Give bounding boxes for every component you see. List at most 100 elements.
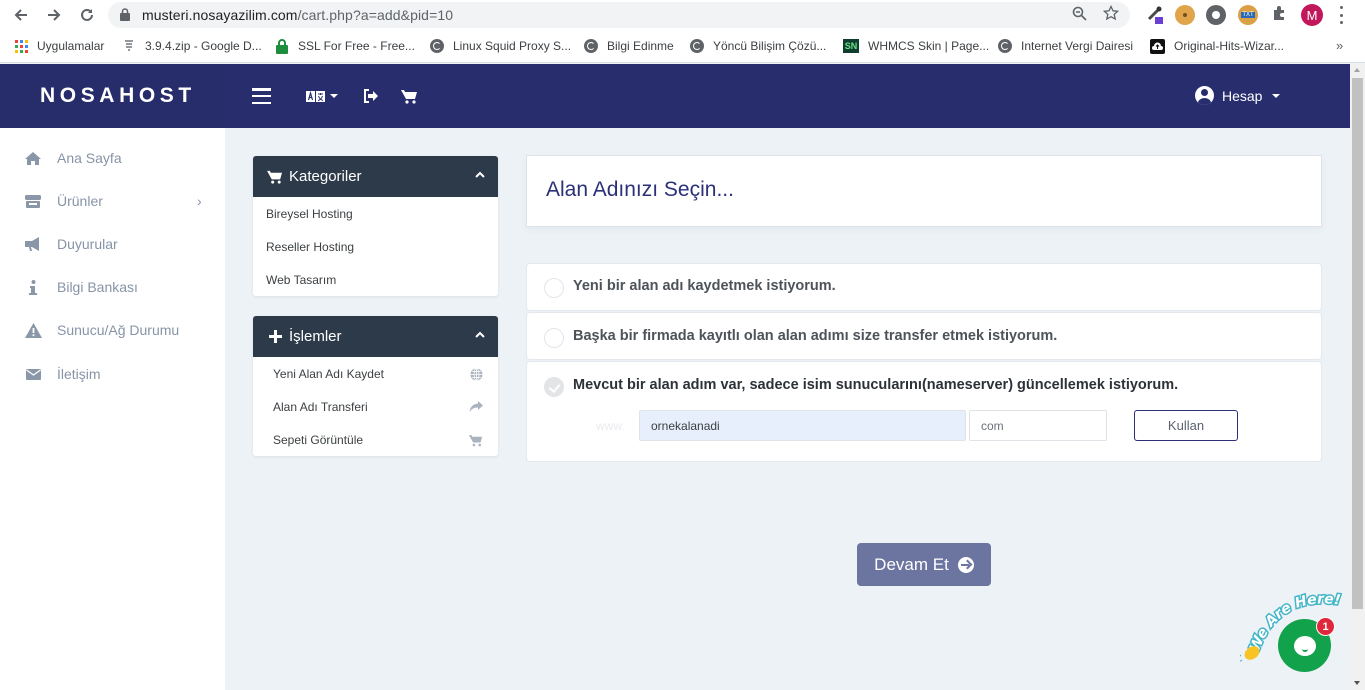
action-register-domain[interactable]: Yeni Alan Adı Kaydet (253, 357, 498, 390)
actions-panel-header[interactable]: İşlemler (253, 316, 498, 357)
profile-avatar[interactable]: M (1301, 4, 1323, 26)
radio-button[interactable] (544, 328, 564, 348)
bookmarks-overflow-button[interactable]: » (1336, 38, 1343, 53)
radio-button-checked[interactable] (544, 377, 564, 397)
brand-area: NOSAHOST (0, 64, 225, 128)
bookmark-label: WHMCS Skin | Page... (868, 39, 990, 53)
category-item[interactable]: Bireysel Hosting (253, 197, 498, 230)
apps-grid-icon (14, 39, 28, 53)
envelope-icon (24, 366, 42, 382)
bookmark-apps[interactable]: Uygulamalar (14, 38, 104, 54)
action-view-cart[interactable]: Sepeti Görüntüle (253, 423, 498, 456)
sidebar: Ana Sayfa Ürünler › Duyurular Bilgi Bank… (0, 128, 225, 690)
cart-icon (266, 169, 284, 185)
category-label: Bireysel Hosting (266, 206, 353, 221)
scroll-down-icon[interactable] (1354, 681, 1360, 685)
sign-out-icon (364, 89, 378, 103)
bookmark-item[interactable]: Original-Hits-Wizar... (1150, 38, 1284, 54)
address-bar[interactable]: musteri.nosayazilim.com/cart.php?a=add&p… (108, 2, 1130, 28)
radio-button[interactable] (544, 278, 564, 298)
caret-down-icon (1272, 93, 1281, 98)
www-prefix: www. (596, 419, 625, 433)
extension-txt[interactable]: TXT (1238, 5, 1258, 25)
puzzle-icon (1274, 6, 1284, 20)
cookie-icon (1183, 13, 1187, 17)
forward-button[interactable] (43, 4, 65, 26)
sidebar-item-label: Duyurular (57, 236, 118, 252)
categories-panel-header[interactable]: Kategoriler (253, 156, 498, 197)
sidebar-item-contact[interactable]: İletişim (0, 359, 225, 389)
sidebar-item-label: Ana Sayfa (57, 150, 122, 166)
bookmark-item[interactable]: SN WHMCS Skin | Page... (843, 38, 989, 54)
arrow-right-icon (48, 9, 61, 21)
extension-ring[interactable] (1206, 5, 1226, 25)
bookmark-item[interactable]: Bilgi Edinme (584, 38, 674, 54)
category-item[interactable]: Reseller Hosting (253, 230, 498, 263)
use-button-label: Kullan (1167, 418, 1205, 433)
bookmark-star-button[interactable] (1102, 4, 1120, 22)
sidebar-item-network-status[interactable]: Sunucu/Ağ Durumu (0, 315, 225, 345)
page-title-card: Alan Adınızı Seçin... (526, 155, 1322, 227)
action-label: Alan Adı Transferi (273, 399, 368, 414)
store-icon (24, 193, 42, 209)
eyedropper-icon (1147, 6, 1163, 24)
brand-logo[interactable]: NOSAHOST (40, 84, 196, 108)
bookmarks-bar: Uygulamalar 3.9.4.zip - Google D... SSL … (0, 30, 1365, 63)
use-domain-button[interactable]: Kullan (1134, 410, 1238, 441)
sidebar-item-label: Ürünler (57, 193, 103, 209)
panel-title: Kategoriler (289, 168, 362, 185)
sidebar-item-announcements[interactable]: Duyurular (0, 229, 225, 259)
cart-button[interactable] (400, 86, 418, 106)
action-transfer-domain[interactable]: Alan Adı Transferi (253, 390, 498, 423)
cart-icon (400, 89, 417, 104)
url-path: /cart.php?a=add&pid=10 (297, 7, 454, 23)
scroll-up-icon[interactable] (1354, 68, 1360, 72)
account-dropdown[interactable]: Hesap (1195, 86, 1281, 105)
back-button[interactable] (10, 4, 32, 26)
cart-icon (469, 433, 483, 447)
bookmark-label: Yöncü Bilişim Çözü... (713, 39, 827, 53)
bookmark-item[interactable]: SSL For Free - Free... (275, 38, 415, 54)
globe-icon (690, 39, 704, 53)
globe-icon (998, 39, 1012, 53)
tld-input[interactable] (969, 410, 1107, 441)
bookmark-label: Uygulamalar (37, 39, 105, 53)
zoom-out-icon (1072, 6, 1087, 21)
globe-icon (430, 39, 444, 53)
menu-toggle-button[interactable] (251, 88, 271, 104)
option-register-domain[interactable]: Yeni bir alan adı kaydetmek istiyorum. (526, 263, 1322, 311)
category-item[interactable]: Web Tasarım (253, 263, 498, 296)
bookmark-label: Bilgi Edinme (607, 39, 674, 53)
bookmark-item[interactable]: Yöncü Bilişim Çözü... (690, 38, 826, 54)
continue-button-label: Devam Et (874, 554, 949, 574)
bookmark-item[interactable]: Linux Squid Proxy S... (430, 38, 571, 54)
bookmark-item[interactable]: Internet Vergi Dairesi (998, 38, 1133, 54)
domain-name-input[interactable] (639, 410, 966, 441)
extension-eyedropper[interactable] (1145, 5, 1165, 25)
page-scrollbar[interactable] (1350, 64, 1365, 690)
user-circle-icon (1195, 86, 1214, 105)
extension-cookie[interactable] (1175, 5, 1195, 25)
browser-menu-button[interactable] (1339, 6, 1343, 24)
file-icon (122, 39, 136, 53)
sidebar-item-knowledgebase[interactable]: Bilgi Bankası (0, 272, 225, 302)
chevron-up-icon[interactable] (475, 330, 485, 340)
extensions-button[interactable] (1270, 4, 1288, 22)
globe-icon (469, 367, 483, 381)
logout-button[interactable] (362, 86, 380, 106)
continue-button[interactable]: Devam Et (857, 543, 991, 586)
category-label: Reseller Hosting (266, 239, 355, 254)
bookmark-label: 3.9.4.zip - Google D... (145, 39, 262, 53)
sidebar-item-products[interactable]: Ürünler › (0, 186, 225, 216)
account-label: Hesap (1222, 87, 1263, 104)
zoom-indicator-button[interactable] (1070, 4, 1088, 22)
sidebar-item-home[interactable]: Ana Sayfa (0, 143, 225, 173)
bookmark-item[interactable]: 3.9.4.zip - Google D... (122, 38, 262, 54)
action-label: Yeni Alan Adı Kaydet (273, 366, 384, 381)
scrollbar-thumb[interactable] (1352, 78, 1363, 609)
arrow-left-icon (14, 9, 27, 21)
chevron-up-icon[interactable] (475, 170, 485, 180)
reload-button[interactable] (76, 4, 98, 26)
option-transfer-domain[interactable]: Başka bir firmada kayıtlı olan alan adım… (526, 312, 1322, 360)
language-selector[interactable] (305, 86, 339, 106)
